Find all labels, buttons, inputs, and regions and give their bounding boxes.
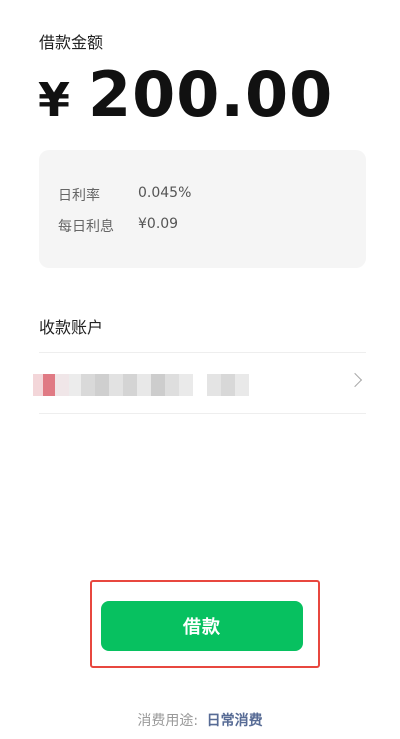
- loan-amount: ¥ 200.00: [38, 64, 333, 126]
- daily-rate-label: 日利率: [58, 188, 100, 204]
- chevron-right-icon: [347, 372, 363, 388]
- amount-value: 200.00: [88, 58, 334, 131]
- daily-interest-row: 每日利息 ¥0.09: [58, 216, 178, 236]
- daily-rate-row: 日利率 0.045%: [58, 185, 191, 205]
- daily-interest-label: 每日利息: [58, 219, 114, 235]
- purpose-label: 消费用途:: [137, 713, 199, 729]
- currency-symbol: ¥: [38, 73, 71, 127]
- borrow-button[interactable]: 借款: [101, 601, 303, 651]
- purpose-value[interactable]: 日常消费: [207, 713, 263, 729]
- loan-page: 借款金额 ¥ 200.00 日利率 0.045% 每日利息 ¥0.09 收款账户: [0, 0, 400, 739]
- purpose-row: 消费用途: 日常消费: [0, 710, 400, 730]
- account-label: 收款账户: [39, 318, 104, 337]
- rate-card: 日利率 0.045% 每日利息 ¥0.09: [39, 150, 366, 268]
- amount-label: 借款金额: [39, 33, 104, 52]
- account-selector[interactable]: [33, 352, 366, 414]
- daily-rate-value: 0.045%: [138, 185, 192, 201]
- daily-interest-value: ¥0.09: [138, 216, 179, 232]
- masked-account-number: [33, 374, 275, 396]
